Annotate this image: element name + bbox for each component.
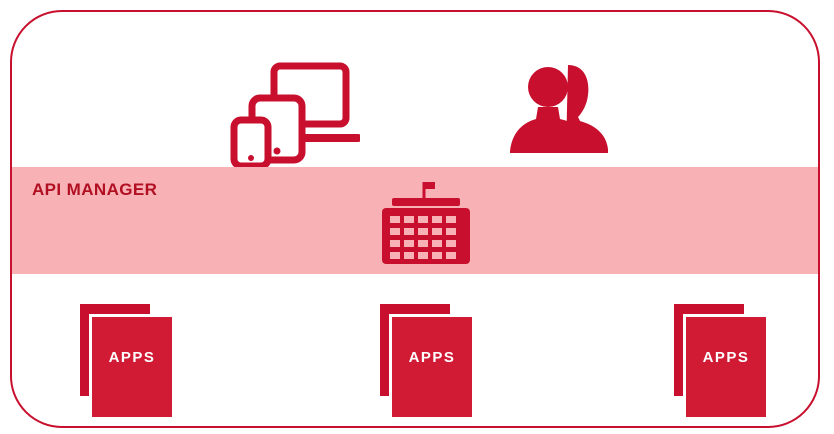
apps-document-icon: APPS [380,304,472,417]
diagram-frame: API MANAGER APPS APPS APPS [10,10,820,428]
gateway-building-icon [378,180,474,268]
apps-label: APPS [702,349,750,366]
users-icon [510,57,610,157]
apps-label: APPS [108,349,156,366]
devices-icon [230,60,360,168]
apps-document-icon: APPS [80,304,172,417]
apps-document-icon: APPS [674,304,766,417]
api-manager-label: API MANAGER [32,180,158,199]
apps-label: APPS [408,349,456,366]
